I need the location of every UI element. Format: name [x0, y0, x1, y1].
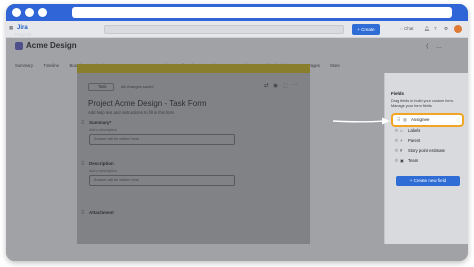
field-item-story-point-estimate[interactable]: ⠿ # Story point estimate — [395, 147, 465, 155]
field-item-assignee[interactable]: ⠿ ◎ Assignee — [391, 113, 464, 127]
window-close-dot[interactable] — [12, 8, 21, 17]
user-icon: ◎ — [403, 117, 407, 122]
breadcrumb[interactable]: Projects — [15, 32, 31, 37]
help-icon[interactable]: ? — [434, 26, 437, 31]
field-item-label: Team — [408, 158, 419, 163]
field-item-team[interactable]: ⠿ ▣ Team — [395, 157, 465, 165]
chat-label: Chat — [403, 26, 414, 31]
top-navigation: ▦ Jira + Create ◌ Chat 🔔︎ ? ⚙ — [6, 21, 468, 38]
browser-window: ▦ Jira + Create ◌ Chat 🔔︎ ? ⚙ Projects A… — [6, 4, 468, 261]
create-button[interactable]: + Create — [352, 24, 380, 35]
search-input[interactable] — [104, 25, 344, 34]
chat-button[interactable]: ◌ Chat — [400, 26, 413, 31]
address-bar[interactable] — [72, 7, 452, 18]
link-icon: ⚡︎ — [400, 138, 403, 143]
hash-icon: # — [400, 148, 403, 153]
avatar[interactable] — [454, 25, 462, 33]
fields-panel-description: Drag fields to build your custom form. M… — [391, 99, 454, 108]
window-maximize-dot[interactable] — [38, 8, 47, 17]
window-minimize-dot[interactable] — [25, 8, 34, 17]
field-item-label: Story point estimate — [408, 148, 446, 153]
drag-handle-icon: ⠿ — [397, 117, 401, 122]
field-item-label: Labels — [408, 128, 421, 133]
field-item-label: Parent — [408, 138, 421, 143]
team-icon: ▣ — [400, 158, 404, 163]
app-switcher-icon[interactable]: ▦ — [9, 25, 13, 31]
jira-logo[interactable]: Jira — [17, 25, 28, 31]
browser-title-bar — [6, 4, 468, 21]
notifications-icon[interactable]: 🔔︎ — [424, 26, 430, 32]
settings-icon[interactable]: ⚙ — [444, 26, 448, 32]
create-new-field-button[interactable]: + Create new field — [396, 176, 460, 186]
field-item-labels[interactable]: ⠿ ⌂ Labels — [395, 127, 465, 135]
chat-icon: ◌ — [400, 26, 403, 31]
jira-app: ▦ Jira + Create ◌ Chat 🔔︎ ? ⚙ Projects A… — [6, 21, 468, 261]
drag-handle-icon: ⠿ — [395, 158, 399, 163]
field-item-label: Assignee — [411, 117, 430, 122]
tag-icon: ⌂ — [400, 128, 403, 133]
field-item-parent[interactable]: ⠿ ⚡︎ Parent — [395, 137, 465, 145]
drag-handle-icon: ⠿ — [395, 148, 399, 153]
pointer-arrow-icon — [332, 117, 390, 125]
fields-panel: Fields Drag fields to build your custom … — [384, 73, 468, 244]
drag-handle-icon: ⠿ — [395, 138, 399, 143]
drag-handle-icon: ⠿ — [395, 128, 399, 133]
fields-panel-title: Fields — [391, 91, 405, 96]
